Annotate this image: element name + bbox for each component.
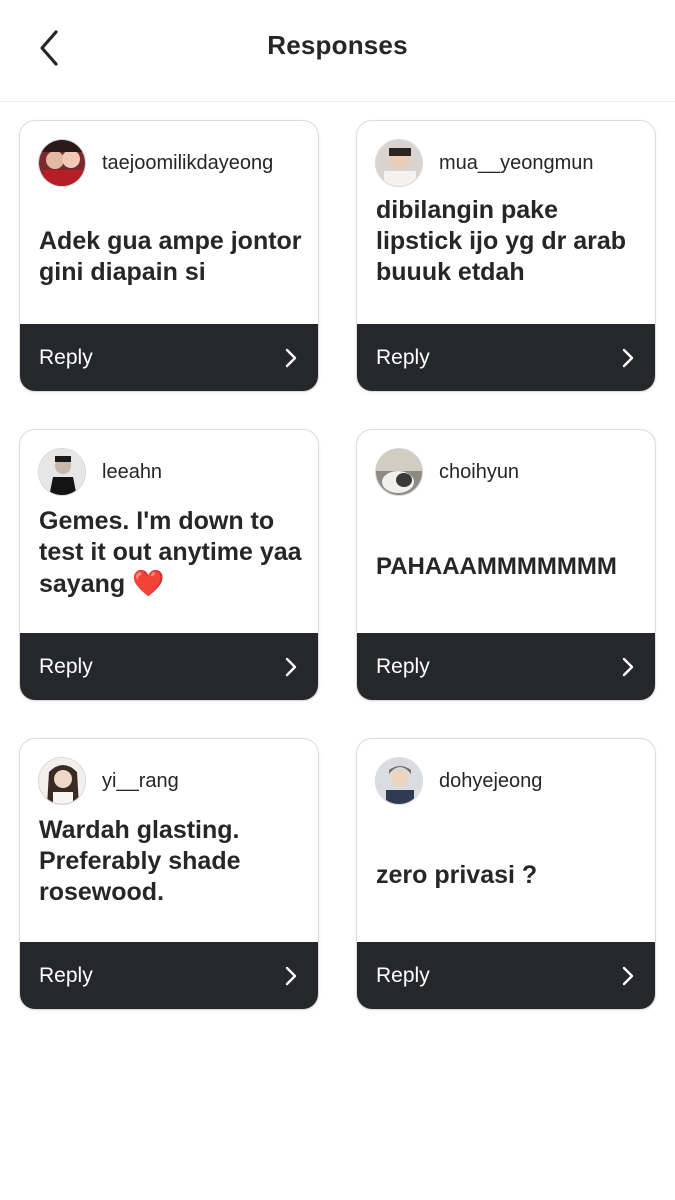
- chevron-right-icon: [622, 657, 634, 676]
- response-text: Adek gua ampe jontor gini diapain si: [39, 227, 302, 286]
- chevron-right-icon: [622, 966, 634, 985]
- response-card: yi__rang Wardah glasting. Preferably sha…: [19, 738, 319, 1010]
- reply-button[interactable]: Reply: [20, 633, 318, 700]
- reply-button[interactable]: Reply: [20, 942, 318, 1009]
- page-title: Responses: [267, 30, 408, 60]
- reply-button[interactable]: Reply: [357, 324, 655, 391]
- avatar[interactable]: [375, 757, 423, 805]
- avatar[interactable]: [375, 448, 423, 496]
- response-card: mua__yeongmun dibilangin pake lipstick i…: [356, 120, 656, 392]
- reply-button[interactable]: Reply: [20, 324, 318, 391]
- username[interactable]: leeahn: [102, 461, 162, 484]
- reply-label: Reply: [376, 963, 430, 987]
- chevron-right-icon: [285, 348, 297, 367]
- response-card: taejoomilikdayeong Adek gua ampe jontor …: [19, 120, 319, 392]
- response-header: dohyejeong: [375, 755, 542, 807]
- reply-label: Reply: [39, 963, 93, 987]
- heart-emoji: ❤️: [132, 568, 165, 598]
- response-card: leeahn Gemes. I'm down to test it out an…: [19, 429, 319, 701]
- response-text: Gemes. I'm down to test it out anytime y…: [39, 506, 304, 626]
- response-header: yi__rang: [38, 755, 179, 807]
- response-text: PAHAAAMMMMMMM: [376, 552, 617, 580]
- response-text: Wardah glasting. Preferably shade rosewo…: [39, 816, 241, 906]
- avatar[interactable]: [375, 139, 423, 187]
- chevron-right-icon: [622, 348, 634, 367]
- response-text: zero privasi ?: [376, 860, 538, 889]
- username[interactable]: mua__yeongmun: [439, 152, 594, 175]
- response-header: choihyun: [375, 446, 519, 498]
- reply-button[interactable]: Reply: [357, 942, 655, 1009]
- username[interactable]: dohyejeong: [439, 770, 542, 793]
- reply-label: Reply: [376, 654, 430, 678]
- response-header: leeahn: [38, 446, 162, 498]
- chevron-right-icon: [285, 657, 297, 676]
- username[interactable]: yi__rang: [102, 770, 179, 793]
- avatar[interactable]: [38, 757, 86, 805]
- reply-button[interactable]: Reply: [357, 633, 655, 700]
- reply-label: Reply: [376, 345, 430, 369]
- response-card: choihyun PAHAAAMMMMMMM Reply: [356, 429, 656, 701]
- reply-label: Reply: [39, 345, 93, 369]
- response-text: dibilangin pake lipstick ijo yg dr arab …: [376, 196, 627, 286]
- reply-label: Reply: [39, 654, 93, 678]
- response-text-content: Gemes. I'm down to test it out anytime y…: [39, 507, 302, 598]
- avatar[interactable]: [38, 448, 86, 496]
- header: Responses: [0, 0, 675, 102]
- username[interactable]: choihyun: [439, 461, 519, 484]
- avatar[interactable]: [38, 139, 86, 187]
- chevron-right-icon: [285, 966, 297, 985]
- response-header: mua__yeongmun: [375, 137, 594, 189]
- username[interactable]: taejoomilikdayeong: [102, 152, 273, 175]
- response-header: taejoomilikdayeong: [38, 137, 273, 189]
- response-card: dohyejeong zero privasi ? Reply: [356, 738, 656, 1010]
